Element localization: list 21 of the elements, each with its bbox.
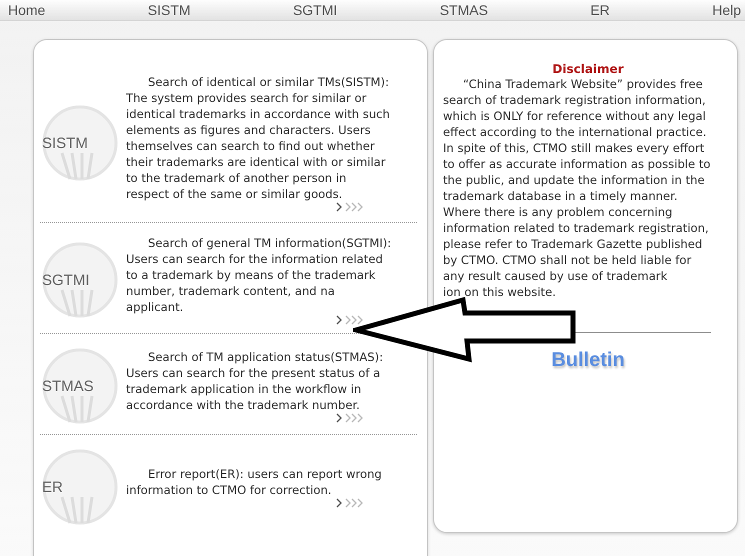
service-badge-label: SISTM bbox=[41, 134, 88, 152]
disclaimer-title: Disclaimer bbox=[552, 62, 624, 76]
globe-icon bbox=[40, 103, 120, 183]
service-badge-label: ER bbox=[41, 478, 63, 496]
nav-link[interactable]: Help bbox=[712, 2, 741, 18]
globe-icon bbox=[40, 240, 120, 320]
nav-link[interactable]: ER bbox=[590, 2, 610, 18]
nav-link[interactable]: SISTM bbox=[148, 2, 191, 18]
globe-icon bbox=[40, 447, 120, 527]
service-badge-label: STMAS bbox=[41, 378, 94, 394]
bulletin-link[interactable]: Bulletin bbox=[551, 349, 625, 372]
service-description: Search of general TM information(SGTMI): Users can search for the information related to a trademark by means of the trademark number, trademark content, and na applicant. bbox=[126, 235, 392, 315]
service-description: Search of identical or similar TMs(SISTM): The system provides search for similar or identical trademarks in accordance with such elements as figures and characters. Users themselves can search to find out whether their trademarks are identical with or similar to the trademark of another person in respect of the same or similar goods. bbox=[126, 74, 391, 202]
service-badge-label: SGTMI bbox=[41, 272, 90, 288]
disclaimer-text: “China Trademark Website” provides free search of trademark registration information, which is ONLY for reference without any legal effect according to the international practice. In spite of this, CTMO still makes every effort to offer as accurate information as possible to the public, and update the information in the trademark database in a timely manner. Where there is any problem concerning information related to trademark registration, please refer to Trademark Gazette published by CTMO. CTMO shall not be held liable for any result caused by use of trademark ion on this website. bbox=[443, 76, 712, 300]
nav-link[interactable]: SGTMI bbox=[292, 2, 338, 18]
service-description: Error report(ER): users can report wrong information to CTMO for correction. bbox=[126, 466, 383, 498]
globe-icon bbox=[40, 346, 120, 426]
nav-link[interactable]: Home bbox=[8, 2, 46, 18]
nav-link[interactable]: STMAS bbox=[440, 2, 488, 18]
service-description: Search of TM application status(STMAS): Users can search for the present status of a trademark application in the workflow in accordance with the trademark number. bbox=[126, 349, 384, 413]
